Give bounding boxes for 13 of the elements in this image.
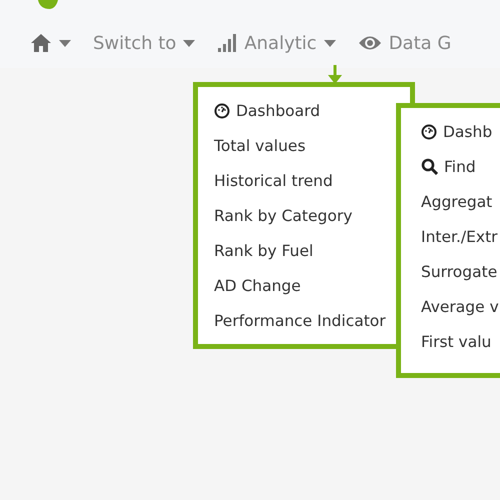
menu-item[interactable]: Find — [401, 149, 500, 184]
gauge-icon — [421, 124, 437, 140]
bar-chart-icon — [217, 33, 238, 53]
eye-icon — [358, 34, 382, 52]
search-icon — [421, 158, 438, 175]
nav-menu-item[interactable] — [30, 33, 71, 53]
home-icon — [30, 33, 52, 53]
menu-item[interactable]: Inter./Extr — [401, 219, 500, 254]
menu-item[interactable]: Average v — [401, 289, 500, 324]
menu-item[interactable]: Surrogate — [401, 254, 500, 289]
menu-item[interactable]: Aggregat — [401, 184, 500, 219]
gauge-icon — [214, 102, 230, 118]
menu-item[interactable]: First valu — [401, 324, 500, 359]
